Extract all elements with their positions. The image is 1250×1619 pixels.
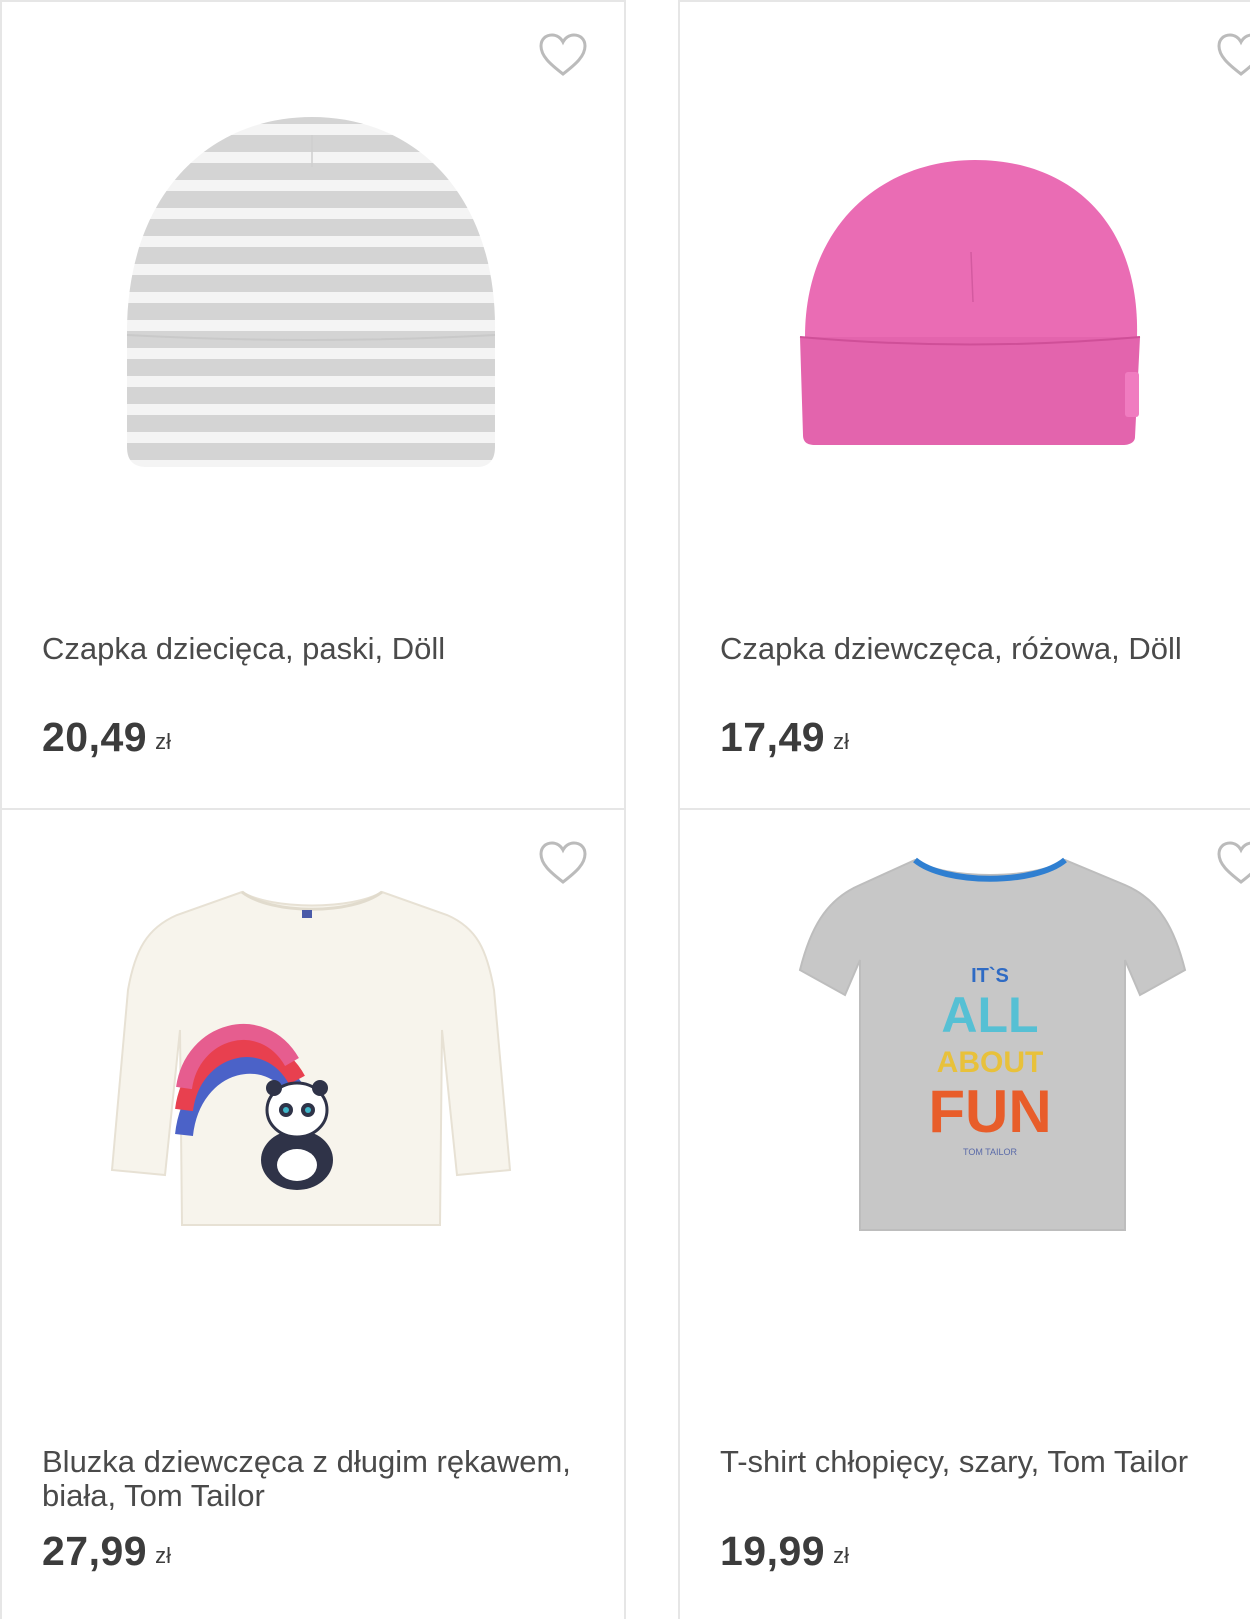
heart-outline-icon[interactable] [538, 32, 588, 78]
product-image[interactable]: IT`S ALL ABOUT FUN TOM TAILOR [680, 857, 1250, 1350]
pink-hat-image [799, 160, 1141, 445]
product-price: 27,99 zł [42, 1528, 171, 1575]
price-amount: 17,49 [720, 714, 826, 760]
heart-outline-icon[interactable] [1216, 840, 1250, 886]
price-currency: zł [833, 1543, 849, 1568]
price-amount: 20,49 [42, 714, 148, 760]
striped-hat-image [126, 117, 496, 467]
print-line: ABOUT [937, 1046, 1044, 1079]
product-image[interactable] [680, 82, 1250, 542]
grey-tshirt-image: IT`S ALL ABOUT FUN TOM TAILOR [798, 857, 1187, 1231]
product-title[interactable]: Czapka dziewczęca, różowa, Döll [720, 632, 1250, 666]
product-card[interactable]: Czapka dziewczęca, różowa, Döll 17,49 zł [678, 0, 1250, 810]
price-currency: zł [833, 729, 849, 754]
price-amount: 19,99 [720, 1528, 826, 1574]
heart-outline-icon[interactable] [1216, 32, 1250, 78]
white-longsleeve-panda-image [110, 890, 512, 1226]
product-card[interactable]: Bluzka dziewczęca z długim rękawem, biał… [0, 808, 626, 1619]
price-currency: zł [155, 1543, 171, 1568]
product-grid: Czapka dziecięca, paski, Döll 20,49 zł Cz… [0, 0, 1250, 1619]
price-amount: 27,99 [42, 1528, 148, 1574]
print-line: IT`S [971, 965, 1009, 987]
product-title[interactable]: Czapka dziecięca, paski, Döll [42, 632, 582, 666]
product-price: 20,49 zł [42, 714, 171, 761]
heart-outline-icon[interactable] [538, 840, 588, 886]
product-title[interactable]: Bluzka dziewczęca z długim rękawem, biał… [42, 1445, 582, 1513]
product-price: 17,49 zł [720, 714, 849, 761]
print-line: TOM TAILOR [963, 1147, 1018, 1157]
product-image[interactable] [2, 890, 624, 1350]
print-line: ALL [941, 987, 1038, 1043]
product-card[interactable]: Czapka dziecięca, paski, Döll 20,49 zł [0, 0, 626, 810]
product-title[interactable]: T-shirt chłopięcy, szary, Tom Tailor [720, 1445, 1250, 1479]
product-price: 19,99 zł [720, 1528, 849, 1575]
product-card[interactable]: IT`S ALL ABOUT FUN TOM TAILOR T-shirt ch… [678, 808, 1250, 1619]
product-image[interactable] [2, 82, 624, 542]
print-line: FUN [928, 1078, 1051, 1145]
price-currency: zł [155, 729, 171, 754]
